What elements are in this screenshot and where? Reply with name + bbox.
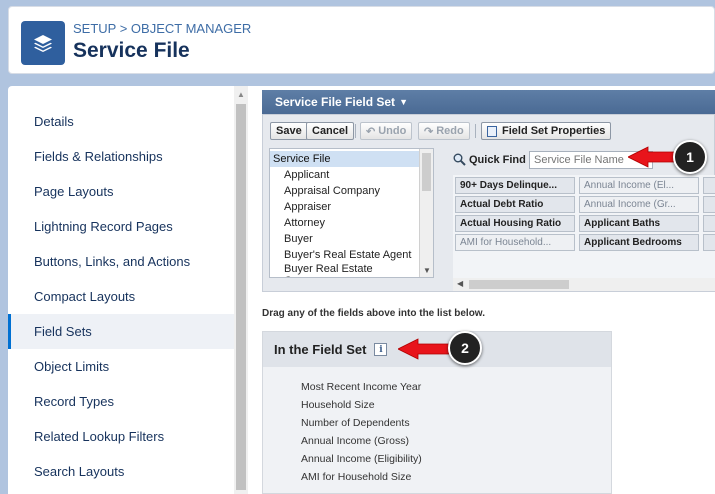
page-title: Service File: [73, 39, 190, 62]
field-set-item[interactable]: AMI for Household Size: [301, 471, 411, 483]
setup-sidebar: Details Fields & Relationships Page Layo…: [8, 86, 234, 494]
properties-icon: [487, 125, 497, 137]
chevron-down-icon[interactable]: ▼: [399, 97, 408, 107]
search-icon: [453, 153, 466, 166]
list-item[interactable]: Buyer: [270, 231, 419, 247]
scroll-down-icon[interactable]: ▼: [423, 266, 431, 275]
undo-label: Undo: [378, 125, 407, 137]
list-item[interactable]: Service File: [270, 151, 419, 167]
undo-button[interactable]: ↶ Undo: [360, 122, 413, 140]
sidebar-item-search-layouts[interactable]: Search Layouts: [8, 454, 234, 489]
field-tile[interactable]: AMI for Household...: [455, 234, 575, 251]
quick-find: Quick Find: [453, 153, 526, 166]
callout-badge-2: 2: [448, 331, 482, 365]
field-set-item[interactable]: Household Size: [301, 399, 375, 411]
list-item[interactable]: Buyer's Real Estate Agent: [270, 247, 419, 263]
field-tile[interactable]: Annual Income (El...: [579, 177, 699, 194]
field-tile[interactable]: Actual Housing Ratio: [455, 215, 575, 232]
scrollbar-thumb[interactable]: [236, 104, 246, 490]
scroll-up-icon[interactable]: ▲: [237, 90, 245, 99]
drag-hint-text: Drag any of the fields above into the li…: [262, 308, 485, 319]
sidebar-item-object-limits[interactable]: Object Limits: [8, 349, 234, 384]
palette-horizontal-scrollbar[interactable]: ◀: [453, 278, 715, 291]
field-set-item[interactable]: Number of Dependents: [301, 417, 410, 429]
callout-badge-1: 1: [673, 140, 707, 174]
field-set-item[interactable]: Most Recent Income Year: [301, 381, 421, 393]
sidebar-item-compact-layouts[interactable]: Compact Layouts: [8, 279, 234, 314]
field-set-properties-button[interactable]: Field Set Properties: [481, 122, 612, 140]
scrollbar-thumb[interactable]: [422, 153, 431, 191]
sidebar-item-field-sets[interactable]: Field Sets: [8, 314, 234, 349]
list-item[interactable]: Appraisal Company: [270, 183, 419, 199]
sidebar-item-record-types[interactable]: Record Types: [8, 384, 234, 419]
redo-button[interactable]: ↷ Redo: [418, 122, 470, 140]
redo-label: Redo: [436, 125, 464, 137]
in-field-set-title: In the Field Set: [274, 342, 367, 357]
field-tile[interactable]: Actual Debt Ratio: [455, 196, 575, 213]
field-tile[interactable]: [703, 196, 715, 213]
sidebar-item-related-lookup-filters[interactable]: Related Lookup Filters: [8, 419, 234, 454]
toolbar-divider: [355, 124, 356, 138]
object-header: SETUP > OBJECT MANAGER Service File: [8, 6, 715, 74]
breadcrumb[interactable]: SETUP > OBJECT MANAGER: [73, 21, 251, 36]
field-tile[interactable]: Annual Income (Gr...: [579, 196, 699, 213]
sidebar-item-buttons-links-actions[interactable]: Buttons, Links, and Actions: [8, 244, 234, 279]
fieldset-header[interactable]: Service File Field Set ▼: [262, 90, 715, 114]
object-list-scrollbar[interactable]: ▼: [419, 149, 433, 277]
field-set-item[interactable]: Annual Income (Eligibility): [301, 453, 422, 465]
fieldset-editor-palette: Save Cancel ↶ Undo ↷ Redo Field Set Prop…: [262, 114, 715, 292]
object-list[interactable]: Service File Applicant Appraisal Company…: [269, 148, 434, 278]
sidebar-item-page-layouts[interactable]: Page Layouts: [8, 174, 234, 209]
info-icon[interactable]: i: [374, 343, 388, 356]
field-set-item[interactable]: Annual Income (Gross): [301, 435, 409, 447]
field-palette-grid: 90+ Days Delinque... Annual Income (El..…: [453, 175, 715, 279]
field-tile[interactable]: Applicant Baths: [579, 215, 699, 232]
scrollbar-thumb[interactable]: [469, 280, 569, 289]
list-item[interactable]: Appraiser: [270, 199, 419, 215]
field-set-properties-label: Field Set Properties: [502, 125, 606, 137]
field-tile[interactable]: 90+ Days Delinque...: [455, 177, 575, 194]
field-tile[interactable]: [703, 177, 715, 194]
stack-icon: [21, 21, 65, 65]
list-item[interactable]: Buyer Real Estate Company: [270, 263, 419, 277]
sidebar-item-lightning-record-pages[interactable]: Lightning Record Pages: [8, 209, 234, 244]
fieldset-title: Service File Field Set: [275, 95, 396, 109]
quick-find-label: Quick Find: [469, 153, 526, 166]
sidebar-scrollbar[interactable]: ▲: [234, 86, 248, 494]
cancel-button[interactable]: Cancel: [306, 122, 355, 140]
toolbar-divider: [475, 124, 476, 138]
undo-icon: ↶: [366, 125, 376, 138]
sidebar-item-fields-relationships[interactable]: Fields & Relationships: [8, 139, 234, 174]
scroll-left-icon[interactable]: ◀: [457, 279, 463, 288]
sidebar-item-details[interactable]: Details: [8, 104, 234, 139]
field-tile[interactable]: Applicant Bedrooms: [579, 234, 699, 251]
list-item[interactable]: Applicant: [270, 167, 419, 183]
field-tile[interactable]: [703, 215, 715, 232]
redo-icon: ↷: [424, 125, 434, 138]
list-item[interactable]: Attorney: [270, 215, 419, 231]
field-tile[interactable]: [703, 234, 715, 251]
callout-arrow-2: [398, 338, 452, 360]
save-button[interactable]: Save: [270, 122, 308, 140]
